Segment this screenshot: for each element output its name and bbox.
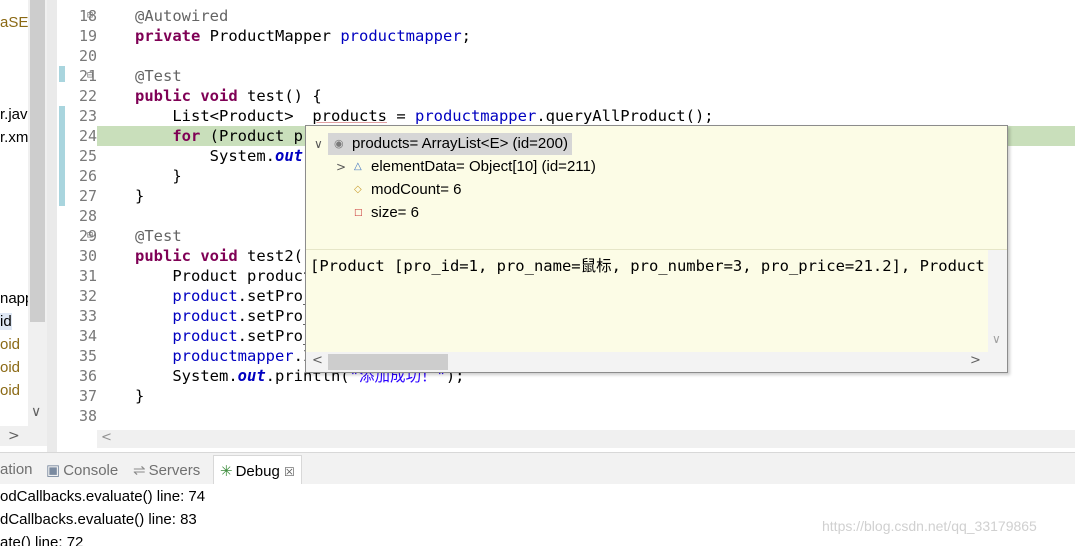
code-line-37: } xyxy=(135,387,145,405)
scroll-right-icon[interactable]: > xyxy=(970,353,981,368)
expand-chevron-icon[interactable]: > xyxy=(336,156,346,178)
servers-icon: ⇌ xyxy=(133,462,146,479)
line-number: 24 xyxy=(78,127,97,145)
fold-collapse-icon[interactable]: ⊟ xyxy=(87,6,93,26)
fold-collapse-icon[interactable]: ⊟ xyxy=(87,226,93,246)
variable-hover-popup[interactable]: ∨ ◉ products= ArrayList<E> (id=200) > △ … xyxy=(305,125,1008,373)
debug-bug-icon: ✳ xyxy=(220,463,233,480)
view-divider[interactable] xyxy=(47,0,57,452)
scrollbar-corner xyxy=(988,352,1007,372)
variable-root-label: products= ArrayList<E> (id=200) xyxy=(352,135,568,152)
private-field-icon: □ xyxy=(354,208,363,218)
stack-frame[interactable]: ate() line: 72 xyxy=(0,534,83,546)
left-item[interactable]: r.jav xyxy=(0,106,28,123)
variable-label: size= 6 xyxy=(371,204,419,221)
line-number: 38 xyxy=(78,407,97,425)
line-number: 35 xyxy=(78,347,97,365)
line-number: 33 xyxy=(78,307,97,325)
stack-frame[interactable]: dCallbacks.evaluate() line: 83 xyxy=(0,511,197,528)
code-line-35: productmapper.I xyxy=(172,347,313,365)
watermark: https://blog.csdn.net/qq_33179865 xyxy=(822,518,1037,534)
editor-horizontal-scrollbar[interactable]: < xyxy=(97,430,1075,448)
tab-debug[interactable]: ✳ Debug ☒ xyxy=(213,455,302,485)
line-number: 26 xyxy=(78,167,97,185)
tab-label: Debug xyxy=(235,463,280,480)
hovered-variable[interactable]: products xyxy=(312,107,387,125)
scroll-right-icon[interactable]: > xyxy=(8,428,20,444)
line-number: 30 xyxy=(78,247,97,265)
code-line-31: Product product xyxy=(172,267,313,285)
variable-label: modCount= 6 xyxy=(371,181,462,198)
scroll-left-icon[interactable]: < xyxy=(101,430,112,445)
left-item[interactable]: oid xyxy=(0,382,20,399)
code-line-23: List<Product> products = productmapper.q… xyxy=(172,107,714,125)
scroll-down-icon[interactable]: ∨ xyxy=(992,332,1001,346)
popup-separator[interactable] xyxy=(306,249,1007,250)
variable-detail-pane[interactable]: [Product [pro_id=1, pro_name=鼠标, pro_num… xyxy=(310,254,986,276)
tab-servers[interactable]: ⇌ Servers xyxy=(133,461,200,479)
code-line-27: } xyxy=(135,187,145,205)
scrollbar-thumb[interactable] xyxy=(328,354,448,370)
line-number: 28 xyxy=(78,207,97,225)
view-tab-bar: ation ▣ Console ⇌ Servers ✳ Debug ☒ xyxy=(0,452,1075,485)
stack-frame[interactable]: odCallbacks.evaluate() line: 74 xyxy=(0,488,205,505)
tab-label: Console xyxy=(63,462,119,479)
ruler-marker xyxy=(59,106,65,206)
scroll-left-icon[interactable]: < xyxy=(312,353,323,368)
line-number: 32 xyxy=(78,287,97,305)
detail-vertical-scrollbar[interactable]: ∨ xyxy=(988,250,1007,352)
ruler-marker xyxy=(59,66,65,82)
line-number: 34 xyxy=(78,327,97,345)
line-number: 23 xyxy=(78,107,97,125)
tab-console[interactable]: ▣ Console xyxy=(46,461,118,479)
code-line-32: product.setPro_ xyxy=(172,287,313,305)
tab-label: Servers xyxy=(148,462,201,479)
line-number: 27 xyxy=(78,187,97,205)
code-line-34: product.setPro_ xyxy=(172,327,313,345)
code-line-33: product.setPro_ xyxy=(172,307,313,325)
fold-collapse-icon[interactable]: ⊟ xyxy=(87,66,93,86)
close-icon[interactable]: ☒ xyxy=(284,465,295,479)
package-field-icon: ◇ xyxy=(354,184,362,195)
code-line-24: for (Product pr xyxy=(172,127,313,145)
left-item[interactable]: id xyxy=(0,313,12,330)
package-explorer: aSE- r.jav r.xm napp id oid oid oid ∨ > xyxy=(0,0,47,452)
scrollbar-thumb[interactable] xyxy=(30,0,45,322)
left-item[interactable]: oid xyxy=(0,359,20,376)
line-number: 22 xyxy=(78,87,97,105)
line-number: 37 xyxy=(78,387,97,405)
left-item[interactable]: oid xyxy=(0,336,20,353)
line-number: 20 xyxy=(78,47,97,65)
variable-label: elementData= Object[10] (id=211) xyxy=(371,158,596,175)
left-item[interactable]: r.xm xyxy=(0,129,28,146)
line-number: 25 xyxy=(78,147,97,165)
code-line-22: public void test() { xyxy=(135,87,322,105)
line-number: 36 xyxy=(78,367,97,385)
code-line-29: @Test xyxy=(135,227,182,245)
debug-view: odCallbacks.evaluate() line: 74 dCallbac… xyxy=(0,484,1075,546)
explorer-horizontal-scrollbar[interactable]: > xyxy=(0,426,47,446)
tab-problems-partial[interactable]: ation xyxy=(0,461,33,478)
line-number: 31 xyxy=(78,267,97,285)
explorer-vertical-scrollbar[interactable]: ∨ xyxy=(28,0,47,430)
local-variable-icon: ◉ xyxy=(334,137,344,150)
code-line-25: System.out. xyxy=(209,147,313,165)
console-icon: ▣ xyxy=(46,462,61,479)
code-line-18: @Autowired xyxy=(135,7,229,25)
code-line-21: @Test xyxy=(135,67,182,85)
scroll-down-icon[interactable]: ∨ xyxy=(31,404,41,420)
protected-field-icon: △ xyxy=(354,161,362,172)
code-line-26: } xyxy=(172,167,182,185)
detail-horizontal-scrollbar[interactable]: < > xyxy=(306,352,988,372)
code-line-19: private ProductMapper productmapper; xyxy=(135,27,472,45)
code-line-30: public void test2() xyxy=(135,247,313,265)
collapse-chevron-icon[interactable]: ∨ xyxy=(314,137,323,151)
variable-tree-root[interactable]: ◉ products= ArrayList<E> (id=200) xyxy=(328,133,572,155)
line-number: 19 xyxy=(78,27,97,45)
